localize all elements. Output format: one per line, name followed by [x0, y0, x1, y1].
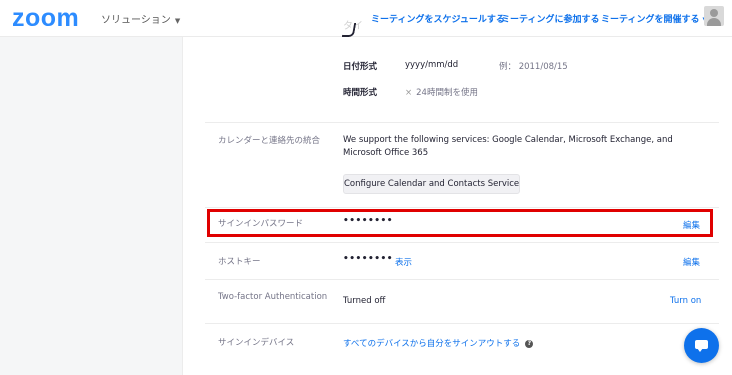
configure-calendar-button[interactable]: Configure Calendar and Contacts Service: [343, 174, 520, 194]
show-host-key-link[interactable]: 表示: [395, 256, 412, 268]
calendar-integration-label: カレンダーと連絡先の統合: [218, 136, 321, 146]
section-divider: [205, 323, 719, 324]
zoom-logo[interactable]: zoom: [12, 5, 79, 31]
top-navigation-bar: zoom ソリューション ▼ ミーティングをスケジュールする ミーティングに参加す…: [0, 0, 732, 37]
signin-password-value: ••••••••: [343, 216, 394, 226]
section-divider: [205, 242, 719, 243]
section-divider: [205, 122, 719, 123]
signin-password-label: サインインパスワード: [218, 219, 304, 229]
edit-host-key-link[interactable]: 編集: [683, 256, 700, 268]
chat-bubble-tail-icon: [697, 348, 703, 352]
turn-on-two-factor-link[interactable]: Turn on: [670, 296, 701, 306]
chat-support-button[interactable]: [684, 328, 719, 363]
sign-out-all-devices-link[interactable]: すべてのデバイスから自分をサインアウトする: [343, 339, 520, 349]
close-icon: ×: [405, 88, 413, 98]
solutions-label: ソリューション: [101, 15, 171, 26]
avatar-head-shape: [710, 9, 718, 17]
time-format-setting: × 24時間制を使用: [405, 86, 478, 98]
avatar-shoulders-shape: [707, 18, 721, 26]
host-meeting-label: ミーティングを開催する: [601, 15, 700, 25]
sign-out-all-devices-row: すべてのデバイスから自分をサインアウトする?: [343, 337, 534, 349]
two-factor-status: Turned off: [343, 296, 386, 306]
calendar-description: We support the following services: Googl…: [343, 135, 673, 158]
section-divider: [205, 279, 719, 280]
two-factor-label: Two-factor Authentication: [218, 292, 328, 302]
time-format-value: 24時間制を使用: [416, 88, 478, 98]
host-meeting-menu[interactable]: ミーティングを開催する▼: [601, 12, 708, 25]
signin-device-label: サインインデバイス: [218, 338, 295, 348]
time-format-label: 時間形式: [343, 88, 378, 98]
date-format-label: 日付形式: [343, 62, 378, 72]
host-key-label: ホストキー: [218, 257, 261, 267]
host-key-value: ••••••••: [343, 254, 394, 264]
date-format-value: yyyy/mm/dd: [405, 60, 459, 70]
user-avatar[interactable]: [704, 6, 724, 26]
join-meeting-link[interactable]: ミーティングに参加する: [501, 12, 599, 25]
caret-down-icon: ▼: [174, 17, 181, 25]
date-format-example: 例： 2011/08/15: [499, 62, 568, 72]
section-divider: [205, 207, 719, 208]
solutions-menu[interactable]: ソリューション ▼: [101, 11, 180, 26]
schedule-meeting-link[interactable]: ミーティングをスケジュールする: [371, 12, 505, 25]
sidebar-panel: [0, 37, 183, 375]
edit-password-link[interactable]: 編集: [683, 219, 700, 231]
help-icon[interactable]: ?: [525, 339, 534, 348]
